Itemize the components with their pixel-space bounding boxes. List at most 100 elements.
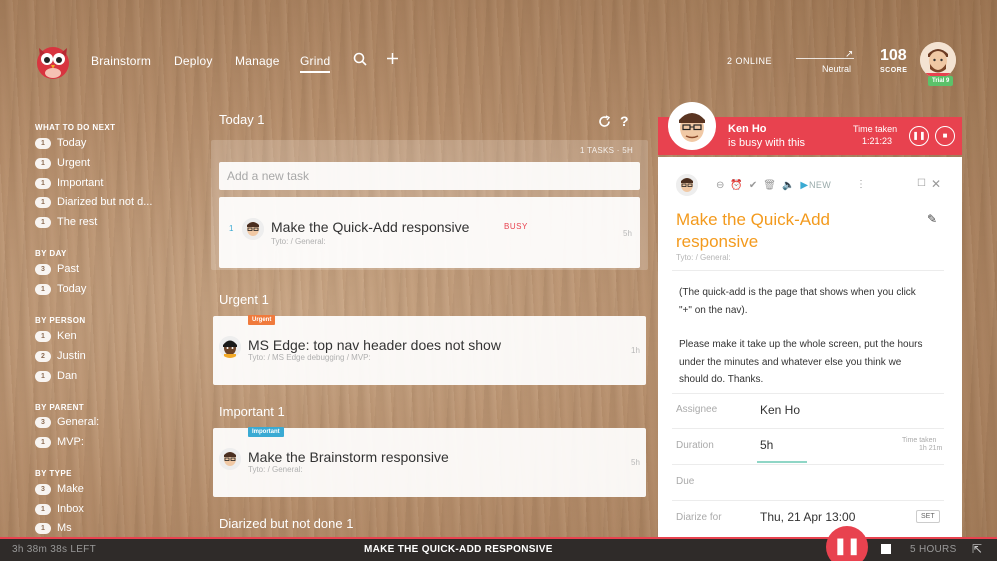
hours-label: 5 HOURS (910, 544, 957, 555)
sidebar-count: 1 (35, 157, 51, 169)
stop-button[interactable]: ■ (935, 126, 955, 146)
task-avatar (219, 448, 241, 470)
section-title-important: Important 1 (219, 404, 285, 419)
sidebar-item-general[interactable]: 3 General: (35, 416, 99, 428)
task-title[interactable]: MS Edge: top nav header does not show (248, 337, 501, 353)
sidebar-item-label: General: (57, 416, 100, 428)
task-card-today[interactable]: 1 Make the Quick-Add responsive BUSY Tyt… (219, 197, 640, 268)
ken-avatar (668, 102, 716, 150)
sidebar-item-label: Justin (57, 350, 86, 362)
close-icon[interactable]: ✕ (931, 177, 941, 191)
mood-label: Neutral (822, 64, 852, 74)
trial-badge[interactable]: Trial 9 (928, 76, 954, 86)
task-duration: 5h (623, 229, 632, 238)
task-card-urgent[interactable]: Urgent MS Edge: top nav header does not … (213, 315, 646, 385)
sidebar-count: 1 (35, 216, 51, 228)
sidebar-item-mvp[interactable]: 1 MVP: (35, 436, 84, 448)
sidebar-item-the-rest[interactable]: 1 The rest (35, 216, 97, 228)
description-para-1: (The quick-add is the page that shows wh… (679, 287, 916, 316)
sidebar-item-label: Make (57, 483, 84, 495)
divider (672, 270, 944, 271)
sidebar-item-label: MVP: (57, 436, 84, 448)
detail-title[interactable]: Make the Quick-Add responsive (676, 209, 906, 253)
status-new[interactable]: NEW (809, 180, 831, 190)
minus-circle-icon[interactable]: ⊖ (716, 180, 724, 191)
sidebar-heading-by-parent: BY PARENT (35, 403, 85, 412)
sidebar-count: 1 (35, 522, 51, 534)
sidebar-item-label: Urgent (57, 157, 91, 169)
time-taken-detail-label: Time taken (902, 437, 937, 444)
duration-progress (757, 461, 807, 463)
play-icon[interactable]: ▶ (800, 180, 808, 191)
time-taken-value: 1:21:23 (862, 136, 893, 146)
task-path: Tyto: / General: (271, 237, 326, 246)
sidebar-item-make[interactable]: 3 Make (35, 483, 84, 495)
diarize-value[interactable]: Thu, 21 Apr 13:00 (760, 510, 855, 524)
sidebar-count: 1 (35, 503, 51, 515)
sidebar-item-day-today[interactable]: 1 Today (35, 283, 86, 295)
search-icon[interactable] (353, 52, 367, 70)
busy-user-name: Ken Ho (728, 123, 767, 135)
sidebar-count: 2 (35, 350, 51, 362)
current-task-title[interactable]: MAKE THE QUICK-ADD RESPONSIVE (364, 544, 553, 555)
sidebar-item-urgent[interactable]: 1 Urgent (35, 157, 90, 169)
assignee-value[interactable]: Ken Ho (760, 403, 800, 417)
description-para-2: Please make it take up the whole screen,… (679, 339, 923, 385)
mood-arrow-icon: ↗ (845, 49, 854, 60)
time-taken-label: Time taken (853, 124, 898, 134)
sidebar-item-label: Today (57, 283, 87, 295)
set-button[interactable]: SET (916, 510, 940, 523)
sidebar-item-ken[interactable]: 1 Ken (35, 330, 77, 342)
duration-value[interactable]: 5h (760, 438, 773, 452)
sidebar-count: 1 (35, 283, 51, 295)
nav-brainstorm[interactable]: Brainstorm (91, 54, 151, 68)
pause-big-button[interactable]: ❚❚ (826, 526, 868, 561)
task-title[interactable]: Make the Brainstorm responsive (248, 449, 449, 465)
sidebar-item-diarized[interactable]: 1 Diarized but not d... (35, 196, 152, 208)
divider (672, 393, 944, 394)
time-taken-detail-value: 1h 21m (919, 445, 943, 452)
section-title-diarized: Diarized but not done 1 (219, 516, 354, 531)
divider (672, 500, 944, 501)
check-circle-icon[interactable]: ✔ (749, 180, 757, 191)
more-icon[interactable]: ⋮ (856, 179, 866, 190)
sidebar-item-inbox[interactable]: 1 Inbox (35, 503, 84, 515)
sidebar-item-ms[interactable]: 1 Ms (35, 522, 72, 534)
sidebar-item-today[interactable]: 1 Today (35, 137, 86, 149)
help-icon[interactable]: ? (620, 113, 629, 129)
refresh-icon[interactable] (598, 115, 611, 133)
sidebar-item-past[interactable]: 3 Past (35, 263, 79, 275)
volume-icon[interactable]: 🔈 (782, 180, 794, 191)
nav-deploy[interactable]: Deploy (174, 54, 213, 68)
edit-icon[interactable]: ✎ (927, 212, 937, 226)
sidebar-count: 1 (35, 196, 51, 208)
add-task-input[interactable] (219, 162, 640, 190)
trash-icon[interactable]: 🗑 (763, 180, 776, 191)
task-title[interactable]: Make the Quick-Add responsive (271, 219, 469, 235)
detail-path: Tyto: / General: (676, 253, 731, 262)
nav-manage[interactable]: Manage (235, 54, 280, 68)
online-count[interactable]: 2 ONLINE (727, 56, 772, 66)
section-title-urgent: Urgent 1 (219, 292, 269, 307)
nav-grind[interactable]: Grind (300, 54, 331, 73)
duration-label: Duration (676, 440, 714, 451)
sidebar-item-dan[interactable]: 1 Dan (35, 370, 77, 382)
plus-icon[interactable] (386, 52, 399, 69)
owl-logo[interactable] (34, 40, 72, 80)
sidebar-item-label: Diarized but not d... (57, 196, 153, 208)
alarm-icon[interactable]: ⏰ (730, 180, 742, 191)
stop-icon[interactable] (881, 544, 891, 554)
sidebar-count: 1 (35, 177, 51, 189)
detail-description[interactable]: (The quick-add is the page that shows wh… (679, 284, 929, 389)
detail-toolbar: ⊖ ⏰ ✔ 🗑 🔈 ▶ (716, 180, 808, 191)
score-value: 108 (880, 47, 907, 64)
external-link-icon[interactable]: ⇱ (972, 542, 982, 556)
task-card-important[interactable]: Important Make the Brainstorm responsive… (213, 427, 646, 497)
sidebar-item-justin[interactable]: 2 Justin (35, 350, 86, 362)
maximize-icon[interactable]: ☐ (917, 178, 926, 189)
user-avatar[interactable] (920, 42, 956, 78)
sidebar-item-important[interactable]: 1 Important (35, 177, 103, 189)
task-avatar (242, 218, 264, 240)
pause-button[interactable]: ❚❚ (909, 126, 929, 146)
assignee-label: Assignee (676, 404, 718, 415)
